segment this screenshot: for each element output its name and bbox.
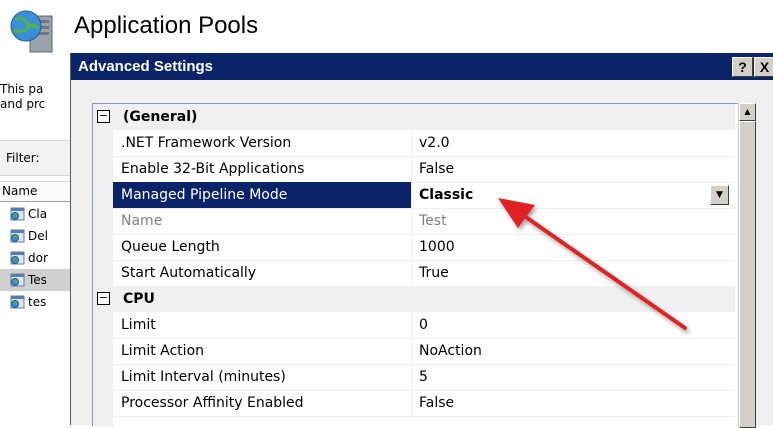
column-separator [411, 130, 412, 156]
property-row[interactable]: Limit Interval (minutes) 5 [113, 364, 735, 391]
category-name: CPU [123, 291, 155, 307]
property-value[interactable]: NoAction [419, 343, 482, 359]
property-row[interactable]: Enable 32-Bit Applications False [113, 156, 735, 183]
property-name: Limit Interval (minutes) [121, 369, 286, 385]
property-name: Limit Action [121, 343, 205, 359]
property-name: Enable 32-Bit Applications [121, 161, 305, 177]
close-button[interactable]: X [754, 57, 773, 77]
page-description-continued: and prc [0, 97, 46, 111]
property-value[interactable]: 0 [419, 317, 428, 333]
collapse-toggle-icon[interactable]: − [97, 292, 110, 305]
name-column-header[interactable]: Name [0, 181, 80, 202]
pool-name: dor [28, 251, 48, 265]
page-description: This pa [0, 82, 44, 96]
pool-name: Del [28, 229, 48, 243]
property-name: Queue Length [121, 239, 220, 255]
application-pool-icon [10, 207, 25, 221]
collapse-toggle-icon[interactable]: − [97, 110, 110, 123]
property-value[interactable]: 5 [419, 369, 428, 385]
application-pool-item[interactable]: Tes [0, 269, 80, 291]
application-pool-icon [10, 273, 25, 287]
application-pool-icon [10, 251, 25, 265]
property-value: Test [419, 213, 447, 229]
property-name: Start Automatically [121, 265, 257, 281]
filter-bar: Filter: [0, 140, 80, 176]
arrow-up-icon[interactable]: ▲ [739, 103, 756, 121]
column-separator [411, 338, 412, 364]
scroll-thumb[interactable] [739, 121, 756, 428]
name-column-label: Name [2, 184, 38, 198]
property-value[interactable]: v2.0 [419, 135, 450, 151]
pool-name: Cla [28, 207, 48, 221]
chevron-down-icon[interactable]: ▼ [710, 185, 729, 205]
application-pool-icon [10, 295, 25, 309]
property-value[interactable]: False [419, 395, 454, 411]
property-name: Processor Affinity Enabled [121, 395, 304, 411]
dialog-title: Advanced Settings [78, 58, 214, 75]
property-name: Name [121, 213, 163, 229]
category-name: (General) [123, 109, 198, 125]
application-pool-icon [10, 229, 25, 243]
property-value[interactable]: False [419, 161, 454, 177]
column-separator [411, 208, 412, 234]
column-separator [411, 260, 412, 286]
pool-name: tes [28, 295, 47, 309]
property-name: Managed Pipeline Mode [121, 187, 288, 203]
column-separator [411, 156, 412, 182]
property-name: Limit [121, 317, 156, 333]
column-separator [411, 182, 412, 208]
property-value[interactable]: Classic [419, 187, 473, 203]
property-value[interactable]: 1000 [419, 239, 455, 255]
column-separator [411, 312, 412, 338]
vertical-scrollbar[interactable]: ▲ [738, 103, 756, 428]
filter-label[interactable]: Filter: [6, 151, 40, 165]
globe-server-icon [10, 10, 53, 53]
category-row[interactable]: − (General) [93, 104, 735, 130]
pool-name: Tes [28, 273, 47, 287]
column-separator [411, 364, 412, 390]
property-name: .NET Framework Version [121, 135, 292, 151]
property-row[interactable]: Processor Affinity Enabled False [113, 390, 735, 417]
dialog-titlebar[interactable]: Advanced Settings ? X [71, 53, 773, 80]
column-separator [411, 234, 412, 260]
grid-gutter [93, 104, 113, 426]
property-row[interactable]: .NET Framework Version v2.0 [113, 130, 735, 157]
help-button[interactable]: ? [732, 57, 753, 77]
property-value[interactable]: True [419, 265, 449, 281]
column-separator [411, 390, 412, 416]
page-title: Application Pools [74, 12, 259, 39]
annotation-arrow [498, 198, 687, 330]
